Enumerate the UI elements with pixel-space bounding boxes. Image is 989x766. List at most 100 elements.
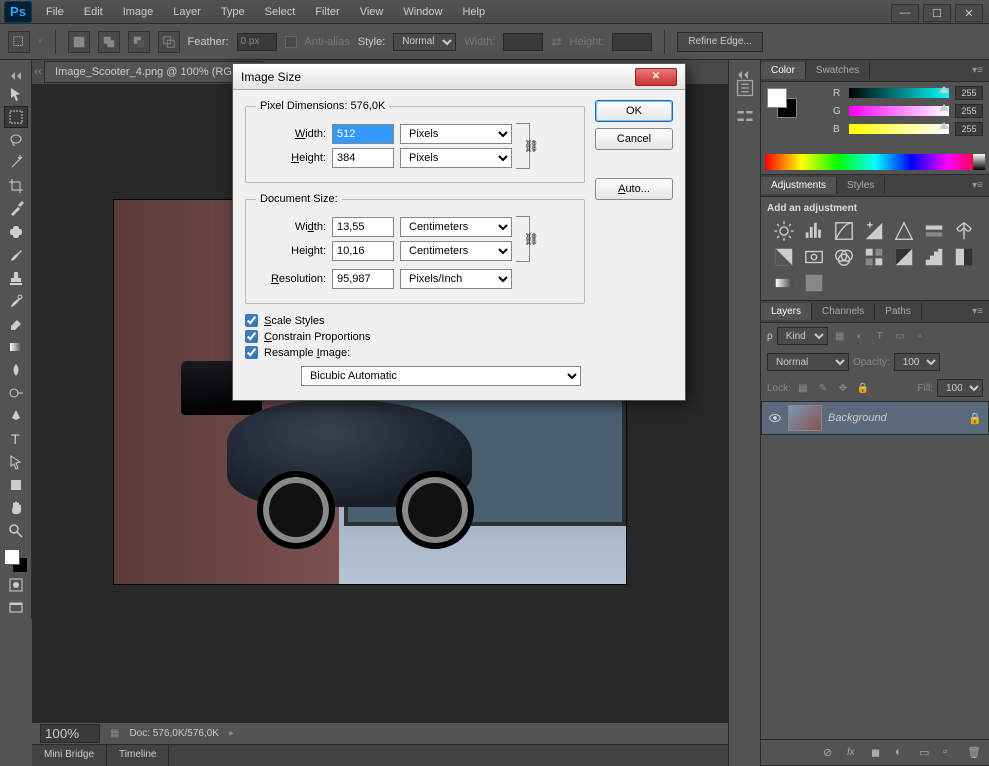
- invert-icon[interactable]: [893, 248, 915, 266]
- filter-smart-icon[interactable]: ▫: [912, 328, 928, 344]
- refine-edge-button[interactable]: Refine Edge...: [677, 32, 762, 52]
- tab-swatches[interactable]: Swatches: [806, 62, 870, 79]
- balance-icon[interactable]: [953, 222, 975, 240]
- resolution-unit-select[interactable]: Pixels/Inch: [400, 269, 512, 289]
- menu-file[interactable]: File: [36, 2, 74, 22]
- posterize-icon[interactable]: [923, 248, 945, 266]
- dodge-tool[interactable]: [4, 382, 28, 404]
- pen-tool[interactable]: [4, 405, 28, 427]
- g-slider[interactable]: [849, 106, 949, 116]
- ok-button[interactable]: OK: [595, 100, 673, 122]
- lock-pos-icon[interactable]: ✥: [835, 380, 851, 396]
- menu-edit[interactable]: Edit: [74, 2, 113, 22]
- new-layer-icon[interactable]: ▫: [943, 746, 957, 760]
- channel-mixer-icon[interactable]: [833, 248, 855, 266]
- layer-thumbnail[interactable]: [788, 405, 822, 431]
- path-select-tool[interactable]: [4, 451, 28, 473]
- b-slider[interactable]: [849, 124, 949, 134]
- dialog-close-button[interactable]: ✕: [635, 68, 677, 86]
- gradient-map-icon[interactable]: [773, 274, 795, 292]
- delete-layer-icon[interactable]: 🗑: [967, 746, 981, 760]
- tool-preset-icon[interactable]: [8, 31, 30, 53]
- menu-window[interactable]: Window: [393, 2, 452, 22]
- tab-layers[interactable]: Layers: [761, 303, 812, 320]
- threshold-icon[interactable]: [953, 248, 975, 266]
- link-layers-icon[interactable]: ⊘: [823, 746, 837, 760]
- exposure-icon[interactable]: [863, 222, 885, 240]
- lookup-icon[interactable]: [863, 248, 885, 266]
- eraser-tool[interactable]: [4, 313, 28, 335]
- constrain-checkbox[interactable]: [245, 330, 258, 343]
- lock-trans-icon[interactable]: ▦: [795, 380, 811, 396]
- add-selection-icon[interactable]: [98, 31, 120, 53]
- fx-icon[interactable]: fx: [847, 746, 861, 760]
- r-value[interactable]: 255: [955, 86, 983, 100]
- visibility-icon[interactable]: [768, 411, 782, 425]
- curves-icon[interactable]: [833, 222, 855, 240]
- type-tool[interactable]: T: [4, 428, 28, 450]
- doc-info-icon[interactable]: ▦: [110, 728, 119, 739]
- px-height-unit-select[interactable]: Pixels: [400, 148, 512, 168]
- menu-layer[interactable]: Layer: [163, 2, 211, 22]
- doc-width-unit-select[interactable]: Centimeters: [400, 217, 512, 237]
- adjustment-layer-icon[interactable]: ◐: [895, 746, 909, 760]
- new-selection-icon[interactable]: [68, 31, 90, 53]
- tab-mini-bridge[interactable]: Mini Bridge: [32, 745, 107, 766]
- minimize-button[interactable]: —: [891, 4, 919, 22]
- filter-type-icon[interactable]: T: [872, 328, 888, 344]
- filter-kind-select[interactable]: Kind: [777, 327, 828, 345]
- properties-panel-icon[interactable]: [735, 106, 755, 126]
- move-tool[interactable]: [4, 83, 28, 105]
- collapse-panels-icon[interactable]: [738, 70, 752, 78]
- filter-adjust-icon[interactable]: ◐: [852, 328, 868, 344]
- resolution-input[interactable]: [332, 269, 394, 289]
- mask-icon[interactable]: ◼: [871, 746, 885, 760]
- menu-view[interactable]: View: [350, 2, 394, 22]
- levels-icon[interactable]: [803, 222, 825, 240]
- menu-type[interactable]: Type: [211, 2, 255, 22]
- lock-all-icon[interactable]: 🔒: [855, 380, 871, 396]
- r-slider[interactable]: [849, 88, 949, 98]
- dialog-titlebar[interactable]: Image Size ✕: [233, 64, 685, 90]
- collapse-toolbox-icon[interactable]: [4, 70, 28, 82]
- hue-icon[interactable]: [923, 222, 945, 240]
- history-panel-icon[interactable]: [735, 78, 755, 98]
- close-button[interactable]: ✕: [955, 4, 983, 22]
- gradient-tool[interactable]: [4, 336, 28, 358]
- selective-color-icon[interactable]: [803, 274, 825, 292]
- px-height-input[interactable]: [332, 148, 394, 168]
- px-width-unit-select[interactable]: Pixels: [400, 124, 512, 144]
- tab-adjustments[interactable]: Adjustments: [761, 177, 837, 194]
- stamp-tool[interactable]: [4, 267, 28, 289]
- menu-select[interactable]: Select: [255, 2, 306, 22]
- doc-height-input[interactable]: [332, 241, 394, 261]
- vibrance-icon[interactable]: [893, 222, 915, 240]
- scale-styles-checkbox[interactable]: [245, 314, 258, 327]
- panel-menu-icon[interactable]: ▾≡: [966, 306, 989, 317]
- resample-method-select[interactable]: Bicubic Automatic: [301, 366, 581, 386]
- panel-menu-icon[interactable]: ▾≡: [966, 180, 989, 191]
- shape-tool[interactable]: [4, 474, 28, 496]
- healing-tool[interactable]: [4, 221, 28, 243]
- constrain-icon[interactable]: ⛓: [524, 139, 539, 153]
- doc-info-flyout-icon[interactable]: ▸: [229, 728, 234, 739]
- marquee-tool[interactable]: [4, 106, 28, 128]
- style-select[interactable]: Normal: [393, 33, 456, 51]
- quickmask-tool[interactable]: [4, 574, 28, 596]
- panel-menu-icon[interactable]: ▾≡: [966, 65, 989, 76]
- filter-shape-icon[interactable]: ▭: [892, 328, 908, 344]
- blend-mode-select[interactable]: Normal: [767, 353, 849, 371]
- hand-tool[interactable]: [4, 497, 28, 519]
- tab-channels[interactable]: Channels: [812, 303, 875, 320]
- doc-height-unit-select[interactable]: Centimeters: [400, 241, 512, 261]
- fill-field[interactable]: 100%: [937, 379, 983, 397]
- zoom-field[interactable]: [40, 724, 100, 743]
- brightness-icon[interactable]: [773, 222, 795, 240]
- photo-filter-icon[interactable]: [803, 248, 825, 266]
- g-value[interactable]: 255: [955, 104, 983, 118]
- spectrum-ramp[interactable]: [765, 154, 985, 170]
- resample-checkbox[interactable]: [245, 346, 258, 359]
- constrain-icon[interactable]: ⛓: [524, 232, 539, 246]
- lasso-tool[interactable]: [4, 129, 28, 151]
- lock-paint-icon[interactable]: ✎: [815, 380, 831, 396]
